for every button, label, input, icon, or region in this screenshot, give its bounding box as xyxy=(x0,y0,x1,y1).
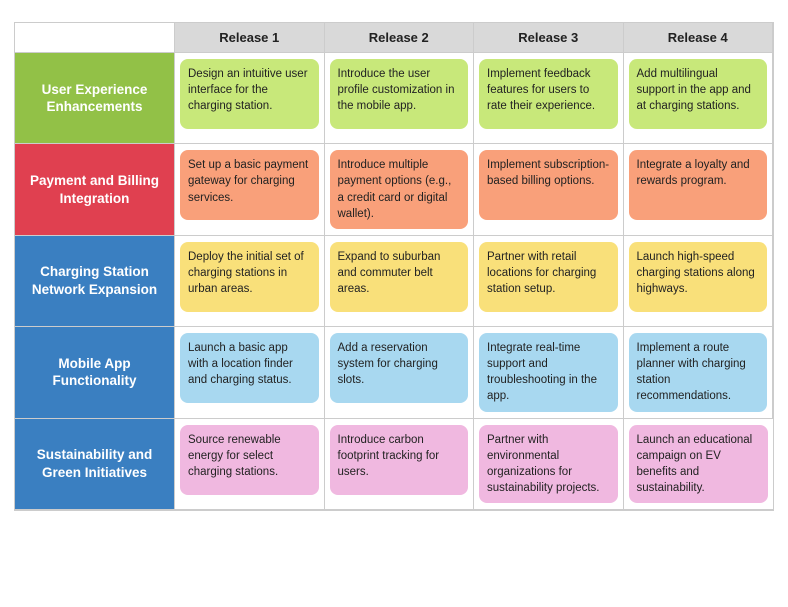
card-r0-c3: Add multilingual support in the app and … xyxy=(629,59,768,129)
cell-r0-c0: Design an intuitive user interface for t… xyxy=(175,53,325,144)
row-label-2: Charging Station Network Expansion xyxy=(15,236,175,327)
card-r3-c3: Implement a route planner with charging … xyxy=(629,333,768,411)
col-header-1: Release 1 xyxy=(175,23,325,53)
row-label-4: Sustainability and Green Initiatives xyxy=(15,419,175,510)
card-r2-c0: Deploy the initial set of charging stati… xyxy=(180,242,319,312)
cell-r3-c3: Implement a route planner with charging … xyxy=(624,327,774,418)
row-label-0: User Experience Enhancements xyxy=(15,53,175,144)
cell-r2-c2: Partner with retail locations for chargi… xyxy=(474,236,624,327)
card-r0-c2: Implement feedback features for users to… xyxy=(479,59,618,129)
card-r0-c0: Design an intuitive user interface for t… xyxy=(180,59,319,129)
cell-r1-c2: Implement subscription-based billing opt… xyxy=(474,144,624,235)
card-r4-c0: Source renewable energy for select charg… xyxy=(180,425,319,495)
col-header-3: Release 3 xyxy=(474,23,624,53)
cell-r2-c1: Expand to suburban and commuter belt are… xyxy=(325,236,475,327)
cell-r1-c3: Integrate a loyalty and rewards program. xyxy=(624,144,774,235)
cell-r4-c3: Launch an educational campaign on EV ben… xyxy=(624,419,774,510)
cell-r1-c0: Set up a basic payment gateway for charg… xyxy=(175,144,325,235)
cell-r0-c3: Add multilingual support in the app and … xyxy=(624,53,774,144)
card-r1-c1: Introduce multiple payment options (e.g.… xyxy=(330,150,469,228)
cell-r3-c1: Add a reservation system for charging sl… xyxy=(325,327,475,418)
card-r3-c0: Launch a basic app with a location finde… xyxy=(180,333,319,403)
cell-r0-c1: Introduce the user profile customization… xyxy=(325,53,475,144)
card-r3-c1: Add a reservation system for charging sl… xyxy=(330,333,469,403)
card-r3-c2: Integrate real-time support and troubles… xyxy=(479,333,618,411)
card-r0-c1: Introduce the user profile customization… xyxy=(330,59,469,129)
cell-r4-c1: Introduce carbon footprint tracking for … xyxy=(325,419,475,510)
card-r4-c2: Partner with environmental organizations… xyxy=(479,425,618,503)
header-empty xyxy=(15,23,175,53)
row-label-1: Payment and Billing Integration xyxy=(15,144,175,235)
col-header-2: Release 2 xyxy=(325,23,475,53)
cell-r2-c3: Launch high-speed charging stations alon… xyxy=(624,236,774,327)
cell-r1-c1: Introduce multiple payment options (e.g.… xyxy=(325,144,475,235)
cell-r3-c2: Integrate real-time support and troubles… xyxy=(474,327,624,418)
col-header-4: Release 4 xyxy=(624,23,774,53)
card-r4-c3: Launch an educational campaign on EV ben… xyxy=(629,425,769,503)
cell-r0-c2: Implement feedback features for users to… xyxy=(474,53,624,144)
card-r2-c2: Partner with retail locations for chargi… xyxy=(479,242,618,312)
card-r1-c3: Integrate a loyalty and rewards program. xyxy=(629,150,768,220)
card-r4-c1: Introduce carbon footprint tracking for … xyxy=(330,425,469,495)
card-r1-c0: Set up a basic payment gateway for charg… xyxy=(180,150,319,220)
card-r2-c3: Launch high-speed charging stations alon… xyxy=(629,242,768,312)
cell-r4-c2: Partner with environmental organizations… xyxy=(474,419,624,510)
card-r1-c2: Implement subscription-based billing opt… xyxy=(479,150,618,220)
cell-r2-c0: Deploy the initial set of charging stati… xyxy=(175,236,325,327)
roadmap-grid: Release 1Release 2Release 3Release 4 User… xyxy=(14,22,774,511)
row-label-3: Mobile App Functionality xyxy=(15,327,175,418)
cell-r4-c0: Source renewable energy for select charg… xyxy=(175,419,325,510)
card-r2-c1: Expand to suburban and commuter belt are… xyxy=(330,242,469,312)
cell-r3-c0: Launch a basic app with a location finde… xyxy=(175,327,325,418)
